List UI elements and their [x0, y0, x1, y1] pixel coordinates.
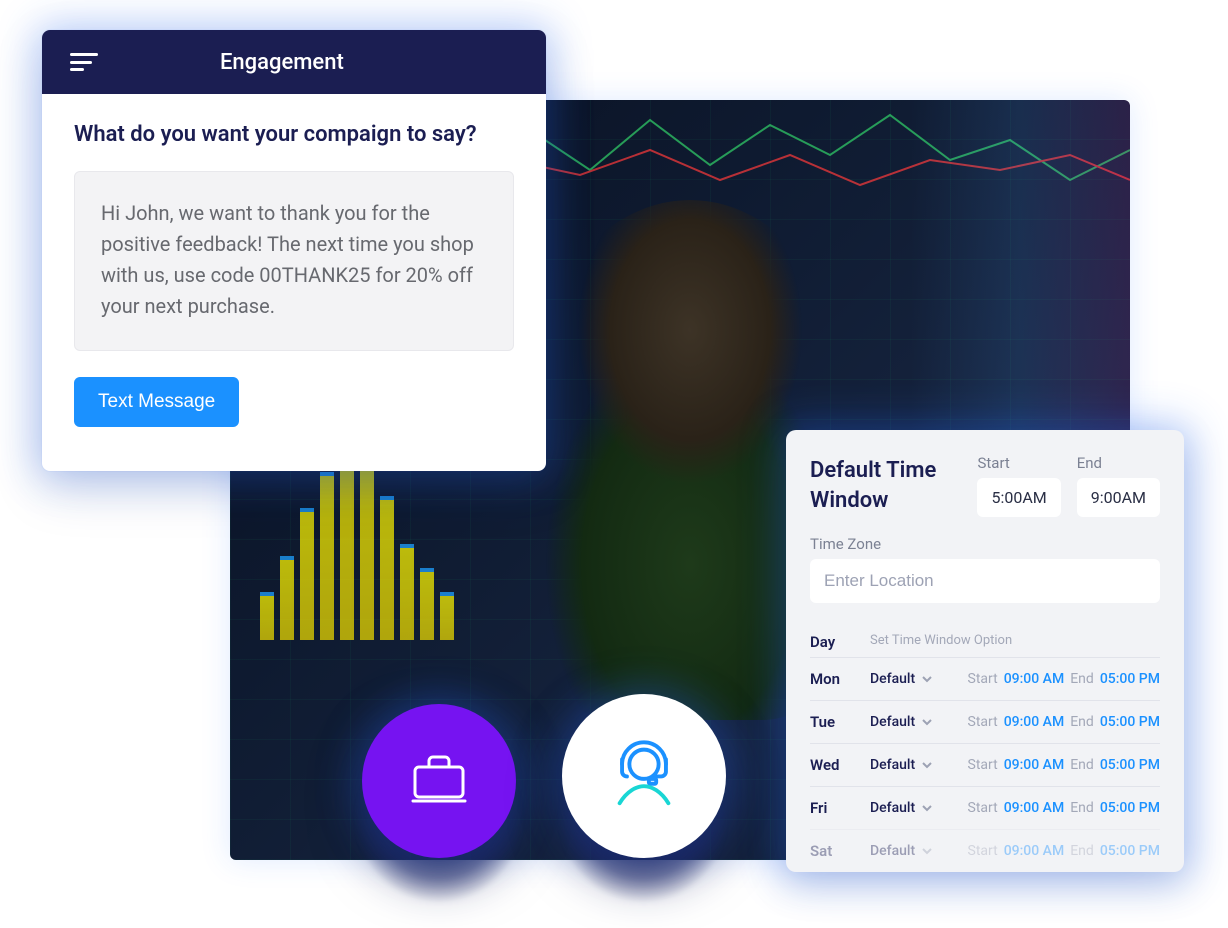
table-row: Fri Default Start 09:00 AM End 05:00 PM — [810, 786, 1160, 829]
support-icon — [605, 735, 683, 817]
row-end-value[interactable]: 05:00 PM — [1100, 843, 1160, 859]
row-end-value[interactable]: 05:00 PM — [1100, 757, 1160, 773]
chevron-down-icon — [921, 759, 933, 771]
row-start-value[interactable]: 09:00 AM — [1004, 800, 1065, 816]
row-end-value[interactable]: 05:00 PM — [1100, 671, 1160, 687]
row-end-label: End — [1070, 843, 1094, 859]
row-end-label: End — [1070, 671, 1094, 687]
row-option-select[interactable]: Default — [870, 671, 958, 687]
text-message-button[interactable]: Text Message — [74, 377, 239, 427]
row-day: Mon — [810, 670, 870, 688]
engagement-question: What do you want your compaign to say? — [74, 122, 514, 147]
row-start-value[interactable]: 09:00 AM — [1004, 714, 1065, 730]
row-option-select[interactable]: Default — [870, 757, 958, 773]
engagement-card: Engagement What do you want your compaig… — [42, 30, 546, 471]
campaign-message-preview[interactable]: Hi John, we want to thank you for the po… — [74, 171, 514, 351]
end-label: End — [1077, 454, 1160, 472]
table-row: Sat Default Start 09:00 AM End 05:00 PM — [810, 829, 1160, 872]
row-day: Fri — [810, 799, 870, 817]
start-label: Start — [977, 454, 1060, 472]
table-header-day: Day — [810, 633, 870, 651]
timezone-input[interactable] — [810, 559, 1160, 603]
table-row: Wed Default Start 09:00 AM End 05:00 PM — [810, 743, 1160, 786]
row-end-label: End — [1070, 757, 1094, 773]
start-time-value[interactable]: 5:00AM — [977, 478, 1060, 517]
row-start-value[interactable]: 09:00 AM — [1004, 671, 1065, 687]
chevron-down-icon — [921, 716, 933, 728]
row-end-value[interactable]: 05:00 PM — [1100, 714, 1160, 730]
row-start-label: Start — [968, 671, 998, 687]
row-start-label: Start — [968, 757, 998, 773]
row-option-select[interactable]: Default — [870, 843, 958, 859]
row-end-label: End — [1070, 800, 1094, 816]
engagement-header: Engagement — [42, 30, 546, 94]
row-option-select[interactable]: Default — [870, 800, 958, 816]
time-window-title: Default Time Window — [810, 454, 961, 515]
table-header-option: Set Time Window Option — [870, 633, 1012, 651]
end-time-value[interactable]: 9:00AM — [1077, 478, 1160, 517]
row-option-select[interactable]: Default — [870, 714, 958, 730]
row-start-label: Start — [968, 843, 998, 859]
row-end-value[interactable]: 05:00 PM — [1100, 800, 1160, 816]
timezone-label: Time Zone — [810, 535, 1160, 553]
menu-icon[interactable] — [70, 53, 98, 71]
row-start-value[interactable]: 09:00 AM — [1004, 843, 1065, 859]
table-row: Mon Default Start 09:00 AM End 05:00 PM — [810, 657, 1160, 700]
row-day: Sat — [810, 842, 870, 860]
table-row: Tue Default Start 09:00 AM End 05:00 PM — [810, 700, 1160, 743]
row-start-value[interactable]: 09:00 AM — [1004, 757, 1065, 773]
row-start-label: Start — [968, 714, 998, 730]
time-window-card: Default Time Window Start 5:00AM End 9:0… — [786, 430, 1184, 872]
row-day: Wed — [810, 756, 870, 774]
row-start-label: Start — [968, 800, 998, 816]
briefcase-bubble[interactable] — [362, 704, 516, 858]
chevron-down-icon — [921, 845, 933, 857]
row-day: Tue — [810, 713, 870, 731]
chevron-down-icon — [921, 802, 933, 814]
time-window-table: Day Set Time Window Option Mon Default S… — [810, 627, 1160, 872]
briefcase-icon — [407, 747, 471, 815]
chevron-down-icon — [921, 673, 933, 685]
support-bubble[interactable] — [562, 694, 726, 858]
engagement-title: Engagement — [220, 50, 344, 75]
row-end-label: End — [1070, 714, 1094, 730]
